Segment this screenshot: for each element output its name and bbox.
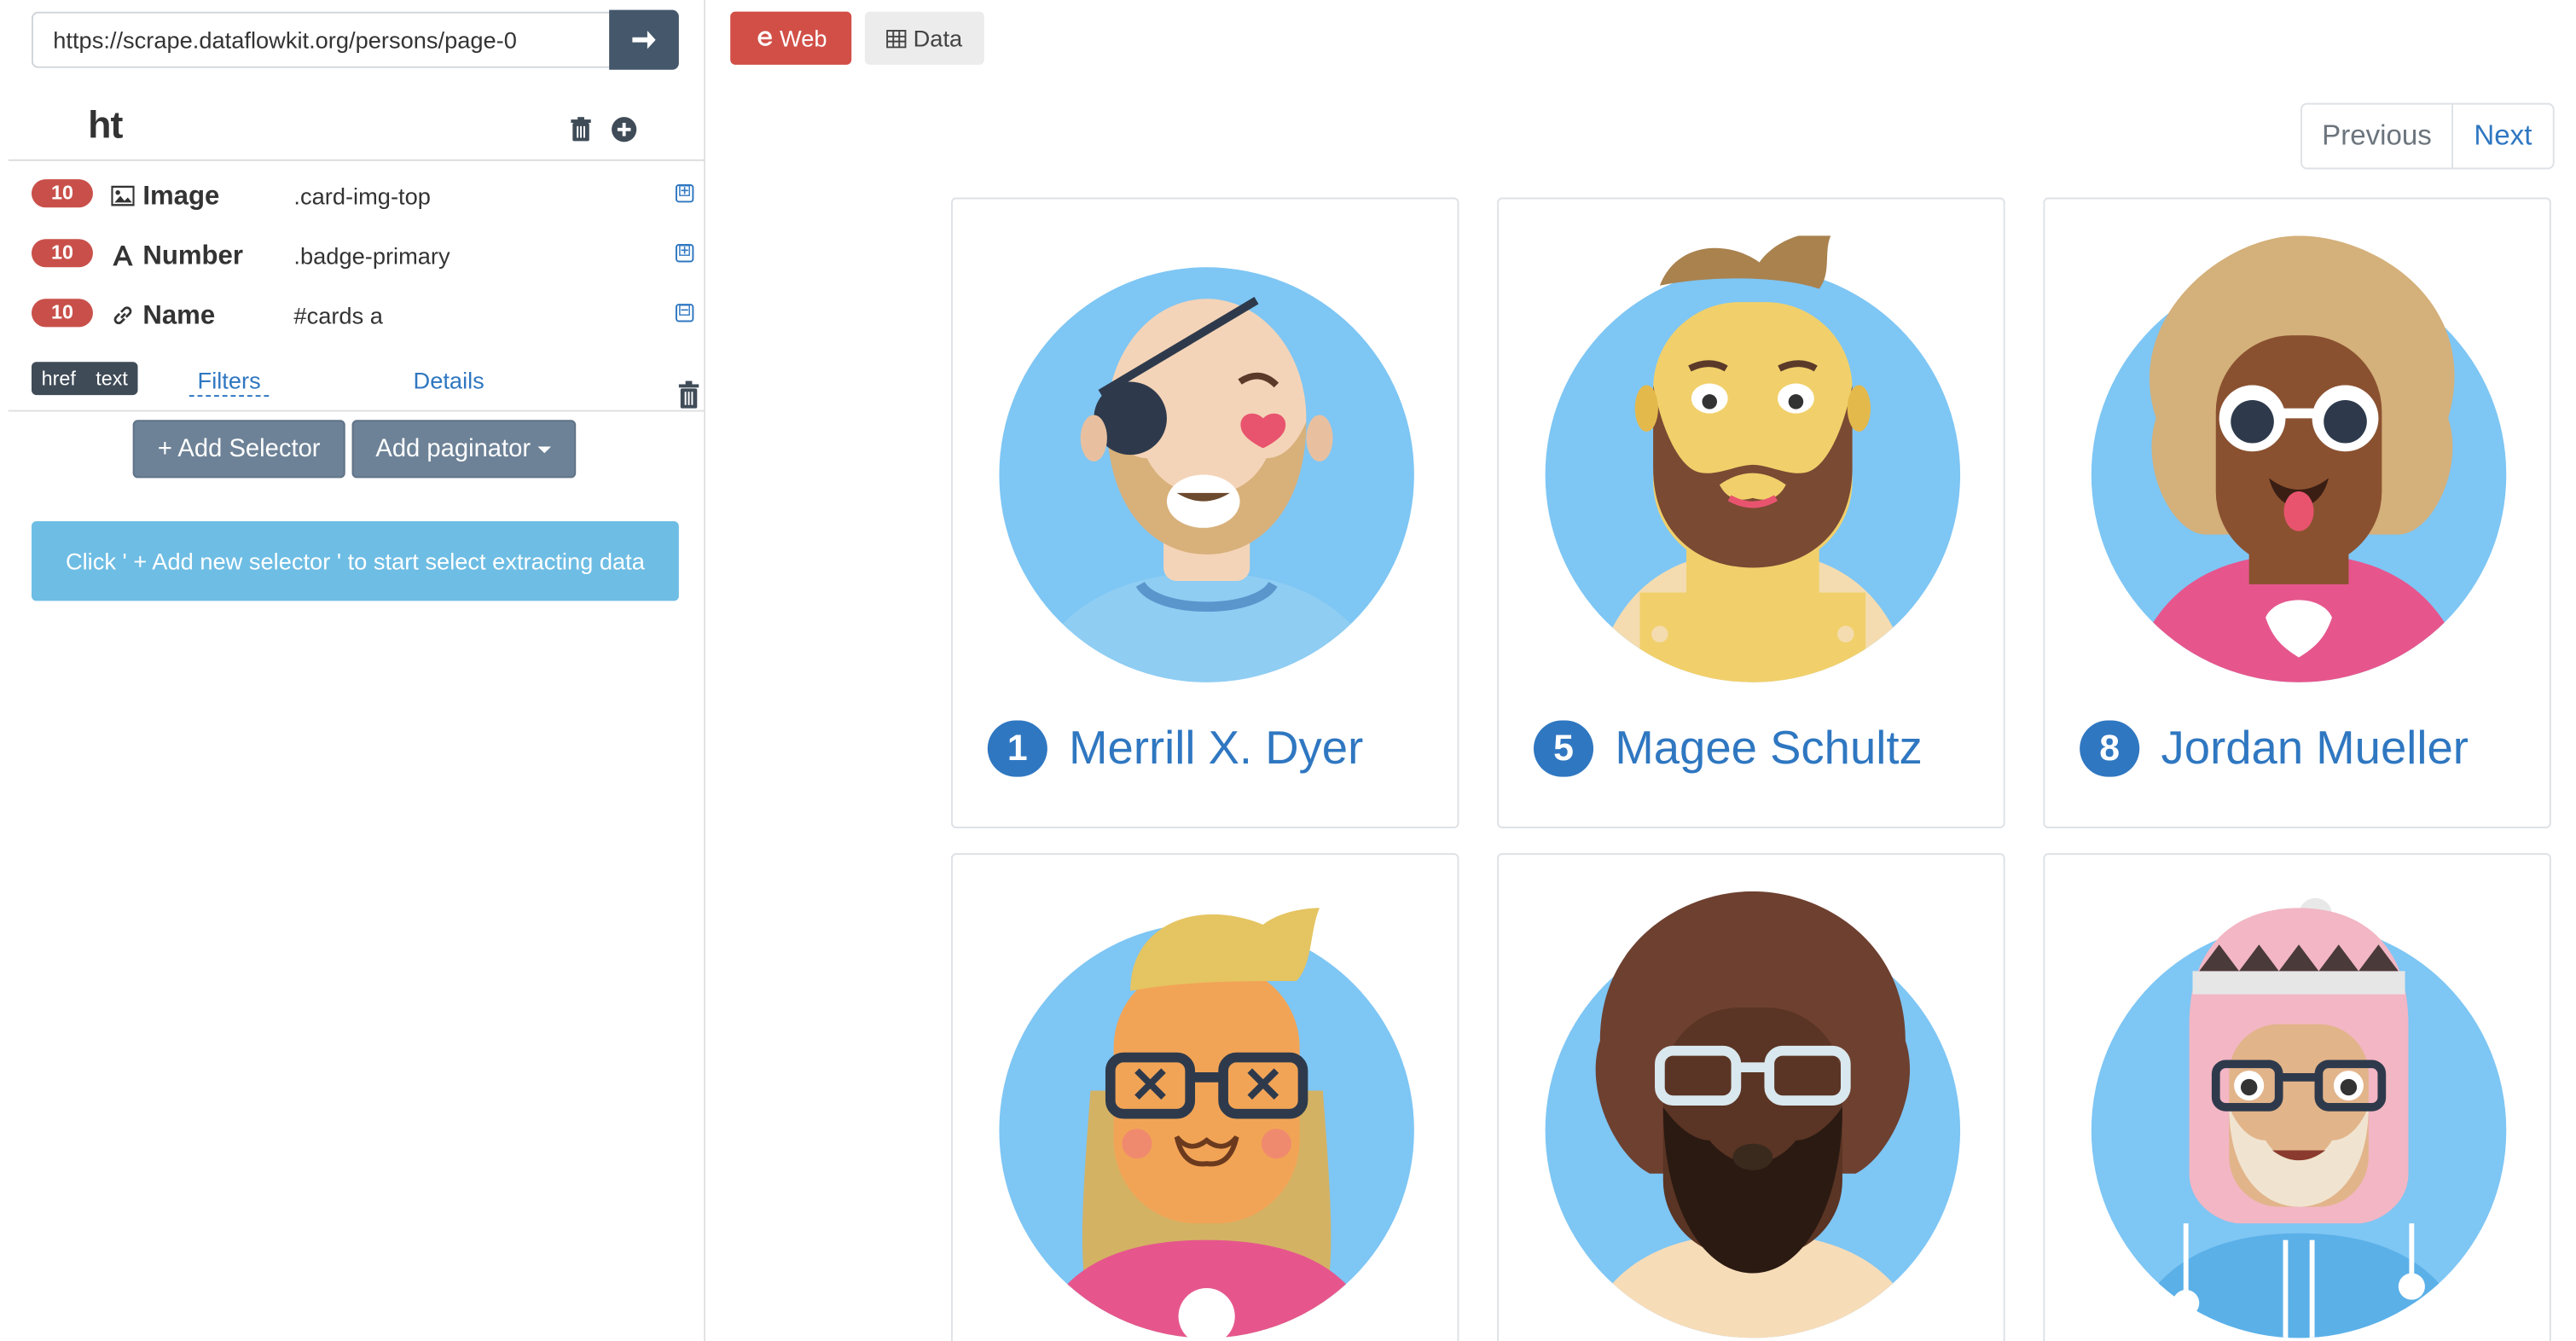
- avatar-image[interactable]: [1544, 235, 1962, 683]
- selector-type-label: Name: [142, 302, 216, 331]
- attr-text-badge[interactable]: text: [86, 362, 138, 395]
- card-name-row: 8 Jordan Mueller: [2080, 720, 2469, 777]
- person-name-link[interactable]: Jordan Mueller: [2161, 722, 2469, 775]
- add-selector-button[interactable]: + Add Selector: [132, 420, 345, 479]
- ie-icon: [757, 31, 772, 46]
- attr-href-badge[interactable]: href: [32, 362, 86, 395]
- tab-data[interactable]: Data: [864, 11, 984, 65]
- person-card: 5 Magee Schultz: [1497, 197, 2005, 828]
- person-card: [1497, 853, 2005, 1341]
- person-card: [2043, 853, 2551, 1341]
- number-badge: 5: [1533, 720, 1594, 777]
- avatar-image[interactable]: [1544, 891, 1962, 1339]
- card-name-row: 1 Merrill X. Dyer: [987, 720, 1363, 777]
- url-input[interactable]: [31, 11, 610, 68]
- table-icon: [886, 29, 907, 48]
- text-icon: [113, 245, 133, 266]
- url-group: [31, 9, 679, 72]
- selector-css: .badge-primary: [293, 242, 450, 270]
- trash-icon[interactable]: [567, 116, 594, 142]
- count-badge: 10: [31, 299, 93, 328]
- collection-title: ht: [88, 102, 123, 147]
- number-badge: 8: [2080, 720, 2140, 777]
- tab-data-label: Data: [913, 25, 963, 52]
- arrow-right-icon: [632, 30, 656, 49]
- avatar-image[interactable]: [2090, 235, 2508, 683]
- person-card: 1 Merrill X. Dyer: [950, 197, 1459, 828]
- avatar-image[interactable]: [997, 235, 1415, 683]
- expand-icon[interactable]: ⊞: [675, 243, 694, 263]
- person-card: [950, 853, 1459, 1341]
- selector-type-label: Number: [142, 242, 243, 271]
- details-link[interactable]: Details: [414, 367, 484, 393]
- count-badge: 10: [31, 179, 93, 208]
- filters-link[interactable]: Filters: [189, 367, 270, 398]
- selector-css: #cards a: [293, 302, 383, 329]
- count-badge: 10: [31, 239, 93, 268]
- selector-type-label: Image: [142, 183, 220, 212]
- card-name-row: 5 Magee Schultz: [1533, 720, 1923, 777]
- previous-button[interactable]: Previous: [2302, 104, 2454, 168]
- add-paginator-button[interactable]: Add paginator: [351, 420, 577, 479]
- caret-down-icon: [537, 445, 551, 453]
- selector-panel: ht 10 Image .card-img-top: [0, 0, 705, 1341]
- person-card: 8 Jordan Mueller: [2043, 197, 2551, 828]
- selector-row-name[interactable]: 10 Name #cards a ⊟: [9, 281, 705, 340]
- trash-icon[interactable]: [676, 380, 702, 410]
- person-name-link[interactable]: Magee Schultz: [1615, 722, 1922, 775]
- tab-web-label: Web: [780, 25, 827, 52]
- attribute-badges: href text: [31, 362, 138, 396]
- person-name-link[interactable]: Merrill X. Dyer: [1069, 722, 1363, 775]
- selector-row-image[interactable]: 10 Image .card-img-top ⊞: [9, 161, 705, 221]
- info-message: Click ' + Add new selector ' to start se…: [31, 521, 679, 601]
- next-button[interactable]: Next: [2453, 105, 2553, 168]
- link-icon: [113, 306, 132, 325]
- expand-icon[interactable]: ⊞: [675, 183, 694, 203]
- selector-row-number[interactable]: 10 Number .badge-primary ⊞: [9, 221, 705, 281]
- collapse-icon[interactable]: ⊟: [675, 303, 694, 322]
- selector-attributes: href text Filters Details: [8, 340, 705, 412]
- selector-css: .card-img-top: [293, 183, 431, 210]
- image-icon: [111, 185, 135, 206]
- avatar-image[interactable]: [2090, 891, 2508, 1339]
- tab-web[interactable]: Web: [730, 11, 852, 65]
- selector-list: 10 Image .card-img-top ⊞ 10 Number .badg…: [8, 159, 705, 412]
- pagination: Previous Next: [2300, 102, 2555, 170]
- go-button[interactable]: [609, 9, 679, 70]
- number-badge: 1: [987, 720, 1047, 777]
- add-paginator-label: Add paginator: [375, 434, 531, 463]
- avatar-image[interactable]: [997, 891, 1415, 1340]
- add-circle-icon[interactable]: [611, 116, 637, 142]
